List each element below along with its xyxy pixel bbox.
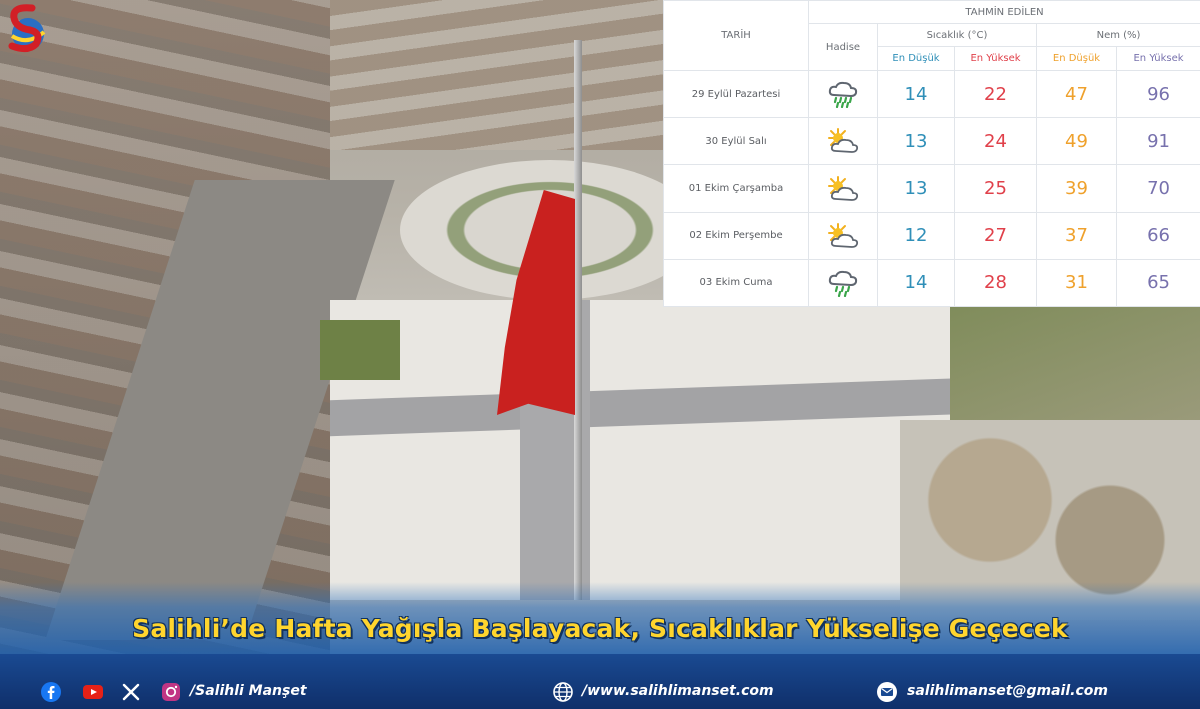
temp-low: 12 [877,211,955,260]
temp-low: 14 [877,70,955,119]
green-area [320,320,400,380]
temp-high: 28 [954,258,1037,308]
youtube-icon[interactable] [82,681,104,703]
website-link[interactable]: /www.salihlimanset.com [582,683,774,699]
humidity-high: 66 [1115,211,1200,260]
temp-high: 22 [954,70,1037,119]
humidity-high: 70 [1115,164,1200,213]
humidity-low: 37 [1036,211,1117,260]
globe-icon [552,681,574,703]
subheader-temp-high: En Yüksek [954,46,1037,72]
instagram-icon[interactable] [160,681,182,703]
green-area-right [950,300,1200,420]
email-link[interactable]: salihlimanset@gmail.com [907,683,1108,699]
city-buildings-top [330,0,670,150]
humidity-low: 31 [1036,258,1117,308]
humidity-low: 39 [1036,164,1117,213]
headline: Salihli’de Hafta Yağışla Başlayacak, Sıc… [132,614,1068,643]
forecast-row: 01 Ekim Çarşamba 13 25 39 70 [663,164,1200,213]
facebook-icon[interactable] [40,681,62,703]
email-icon [876,681,898,703]
temp-high: 25 [954,164,1037,213]
x-icon[interactable] [120,681,142,703]
temp-low: 13 [877,164,955,213]
forecast-row: 29 Eylül Pazartesi 14 22 47 96 [663,70,1200,119]
temp-high: 24 [954,117,1037,166]
column-header-date: TARİH [663,0,809,72]
weather-forecast-table: TARİH TAHMİN EDİLEN Hadise Sıcaklık (°C)… [663,0,1200,308]
forecast-date: 30 Eylül Salı [663,117,809,166]
forecast-row: 03 Ekim Cuma 14 28 31 65 [663,258,1200,308]
forecast-date: 02 Ekim Perşembe [663,211,809,260]
humidity-high: 65 [1115,258,1200,308]
forecast-date: 29 Eylül Pazartesi [663,70,809,119]
column-header-event: Hadise [808,23,878,72]
partly-cloudy-icon [828,222,859,248]
temp-high: 27 [954,211,1037,260]
humidity-high: 96 [1115,70,1200,119]
humidity-low: 49 [1036,117,1117,166]
flag-pole [574,40,582,600]
forecast-date: 03 Ekim Cuma [663,258,809,308]
subheader-temp-low: En Düşük [877,46,955,72]
partly-cloudy-icon [828,175,859,201]
rain-cloud-icon [828,270,858,297]
subheader-hum-low: En Düşük [1036,46,1117,72]
column-header-temperature: Sıcaklık (°C) [877,23,1037,48]
temp-low: 13 [877,117,955,166]
social-handle[interactable]: /Salihli Manşet [190,683,307,699]
humidity-low: 47 [1036,70,1117,119]
partly-cloudy-icon [828,128,859,154]
forecast-row: 02 Ekim Perşembe 12 27 37 66 [663,211,1200,260]
column-header-humidity: Nem (%) [1035,23,1200,48]
forecast-row: 30 Eylül Salı 13 24 49 91 [663,117,1200,166]
column-header-forecast: TAHMİN EDİLEN [807,0,1200,25]
forecast-date: 01 Ekim Çarşamba [663,164,809,213]
rain-cloud-icon [828,82,858,109]
subheader-hum-high: En Yüksek [1115,46,1200,72]
salihli-manset-logo-icon [8,4,46,53]
temp-low: 14 [877,258,955,308]
humidity-high: 91 [1115,117,1200,166]
